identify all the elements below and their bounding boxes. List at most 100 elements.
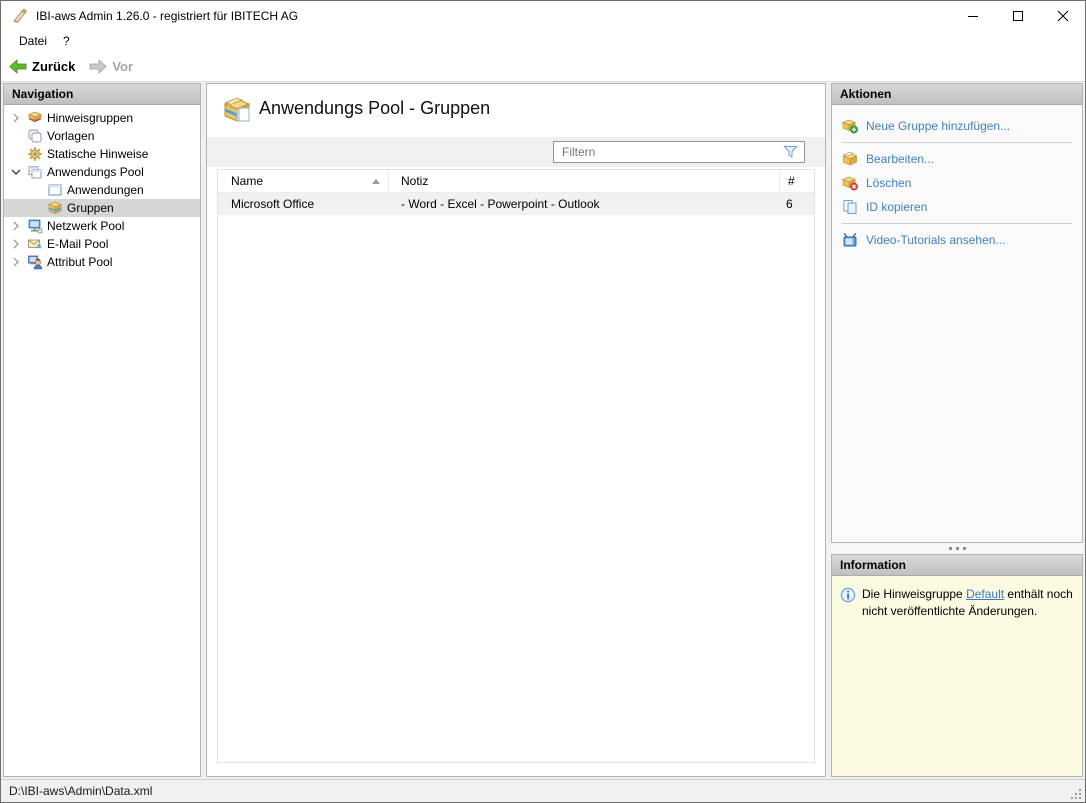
back-label: Zurück	[32, 59, 75, 74]
actions-separator	[842, 223, 1072, 224]
back-icon	[9, 59, 27, 74]
action-label: Löschen	[866, 176, 911, 190]
menu-help[interactable]: ?	[55, 32, 78, 50]
email-pool-icon	[27, 236, 43, 252]
nav-item-label: Anwendungen	[67, 183, 144, 197]
information-text: Die Hinweisgruppe Default enthält noch n…	[862, 586, 1074, 621]
nav-item-anwendungs-pool[interactable]: Anwendungs Pool	[4, 163, 200, 181]
navigation-tree: Hinweisgruppen Vorlagen	[4, 105, 200, 271]
info-icon	[840, 587, 856, 603]
sort-ascending-icon	[372, 179, 380, 184]
groups-icon	[47, 200, 63, 216]
default-group-link[interactable]: Default	[966, 587, 1004, 601]
application-pool-icon	[27, 164, 43, 180]
chevron-right-icon[interactable]	[8, 110, 24, 126]
forward-label: Vor	[112, 59, 133, 74]
resize-grip[interactable]	[1069, 787, 1083, 801]
nav-item-vorlagen[interactable]: Vorlagen	[4, 127, 200, 145]
app-body: Navigation Hinweisgruppen	[1, 83, 1085, 779]
back-button[interactable]: Zurück	[3, 53, 81, 79]
action-label: Neue Gruppe hinzufügen...	[866, 119, 1010, 133]
page-title-icon	[222, 95, 254, 125]
filter-input[interactable]	[554, 145, 779, 159]
nav-item-hinweisgruppen[interactable]: Hinweisgruppen	[4, 109, 200, 127]
table-header-row: Name Notiz #	[218, 170, 814, 193]
edit-group-icon	[842, 151, 858, 167]
minimize-icon	[967, 10, 979, 22]
delete-group-icon	[842, 175, 858, 191]
add-group-icon	[842, 118, 858, 134]
forward-button[interactable]: Vor	[83, 53, 139, 79]
column-header-notiz[interactable]: Notiz	[389, 170, 780, 192]
video-tutorials-icon	[842, 232, 858, 248]
close-button[interactable]	[1040, 1, 1085, 31]
action-label: Bearbeiten...	[866, 152, 934, 166]
chevron-right-icon[interactable]	[8, 236, 24, 252]
action-edit[interactable]: Bearbeiten...	[842, 150, 1074, 168]
information-panel: Information Die Hinweisgruppe Default en…	[831, 554, 1083, 777]
chevron-right-icon[interactable]	[8, 254, 24, 270]
actions-panel: Aktionen Neue Gruppe hinzufügen...	[831, 83, 1083, 543]
nav-item-label: E-Mail Pool	[47, 237, 108, 251]
forward-icon	[89, 59, 107, 74]
notice-groups-icon	[27, 110, 43, 126]
nav-item-gruppen[interactable]: Gruppen	[4, 199, 200, 217]
cell-notiz: - Word - Excel - Powerpoint - Outlook	[389, 197, 780, 211]
cell-count: 6	[780, 197, 814, 211]
filter-strip	[207, 137, 825, 167]
menu-bar: Datei ?	[1, 31, 1085, 51]
cell-name: Microsoft Office	[218, 197, 389, 211]
main-panel: Anwendungs Pool - Gruppen Name	[206, 83, 826, 777]
action-copy-id[interactable]: ID kopieren	[842, 198, 1074, 216]
toolbar: Zurück Vor	[1, 51, 1085, 82]
app-window: IBI-aws Admin 1.26.0 - registriert für I…	[0, 0, 1086, 803]
column-header-count[interactable]: #	[780, 170, 814, 192]
action-delete[interactable]: Löschen	[842, 174, 1074, 192]
nav-item-label: Anwendungs Pool	[47, 165, 144, 179]
action-video-tutorials[interactable]: Video-Tutorials ansehen...	[842, 231, 1074, 249]
minimize-button[interactable]	[950, 1, 995, 31]
title-bar: IBI-aws Admin 1.26.0 - registriert für I…	[1, 1, 1085, 31]
main-header: Anwendungs Pool - Gruppen	[207, 84, 825, 137]
column-header-name[interactable]: Name	[218, 170, 389, 192]
information-message: Die Hinweisgruppe Default enthält noch n…	[832, 576, 1082, 776]
nav-item-anwendungen[interactable]: Anwendungen	[4, 181, 200, 199]
nav-item-attribut-pool[interactable]: Attribut Pool	[4, 253, 200, 271]
navigation-header: Navigation	[4, 84, 200, 105]
filter-box	[553, 141, 805, 163]
groups-table: Name Notiz # Microsoft Office - Word - E…	[217, 169, 815, 763]
nav-item-label: Hinweisgruppen	[47, 111, 133, 125]
nav-item-statische-hinweise[interactable]: Statische Hinweise	[4, 145, 200, 163]
network-pool-icon	[27, 218, 43, 234]
action-label: Video-Tutorials ansehen...	[866, 233, 1005, 247]
action-add-group[interactable]: Neue Gruppe hinzufügen...	[842, 117, 1074, 135]
maximize-button[interactable]	[995, 1, 1040, 31]
status-bar: D:\IBI-aws\Admin\Data.xml	[1, 779, 1085, 802]
close-icon	[1057, 10, 1069, 22]
chevron-down-icon[interactable]	[8, 164, 24, 180]
nav-item-email-pool[interactable]: E-Mail Pool	[4, 235, 200, 253]
copy-id-icon	[842, 199, 858, 215]
information-header: Information	[832, 555, 1082, 576]
page-title: Anwendungs Pool - Gruppen	[259, 98, 490, 119]
maximize-icon	[1012, 10, 1024, 22]
action-label: ID kopieren	[866, 200, 927, 214]
attribute-pool-icon	[27, 254, 43, 270]
nav-item-label: Netzwerk Pool	[47, 219, 124, 233]
window-title: IBI-aws Admin 1.26.0 - registriert für I…	[36, 9, 298, 23]
nav-item-netzwerk-pool[interactable]: Netzwerk Pool	[4, 217, 200, 235]
chevron-right-icon[interactable]	[8, 218, 24, 234]
app-logo-icon	[12, 8, 28, 24]
static-notices-icon	[27, 146, 43, 162]
menu-datei[interactable]: Datei	[11, 32, 55, 50]
templates-icon	[27, 128, 43, 144]
nav-item-label: Attribut Pool	[47, 255, 112, 269]
actions-header: Aktionen	[832, 84, 1082, 105]
filter-icon[interactable]	[783, 145, 798, 159]
nav-item-label: Vorlagen	[47, 129, 94, 143]
table-row[interactable]: Microsoft Office - Word - Excel - Powerp…	[218, 193, 814, 215]
panel-splitter[interactable]	[831, 543, 1083, 554]
navigation-panel: Navigation Hinweisgruppen	[3, 83, 201, 777]
applications-icon	[47, 182, 63, 198]
nav-item-label: Statische Hinweise	[47, 147, 148, 161]
